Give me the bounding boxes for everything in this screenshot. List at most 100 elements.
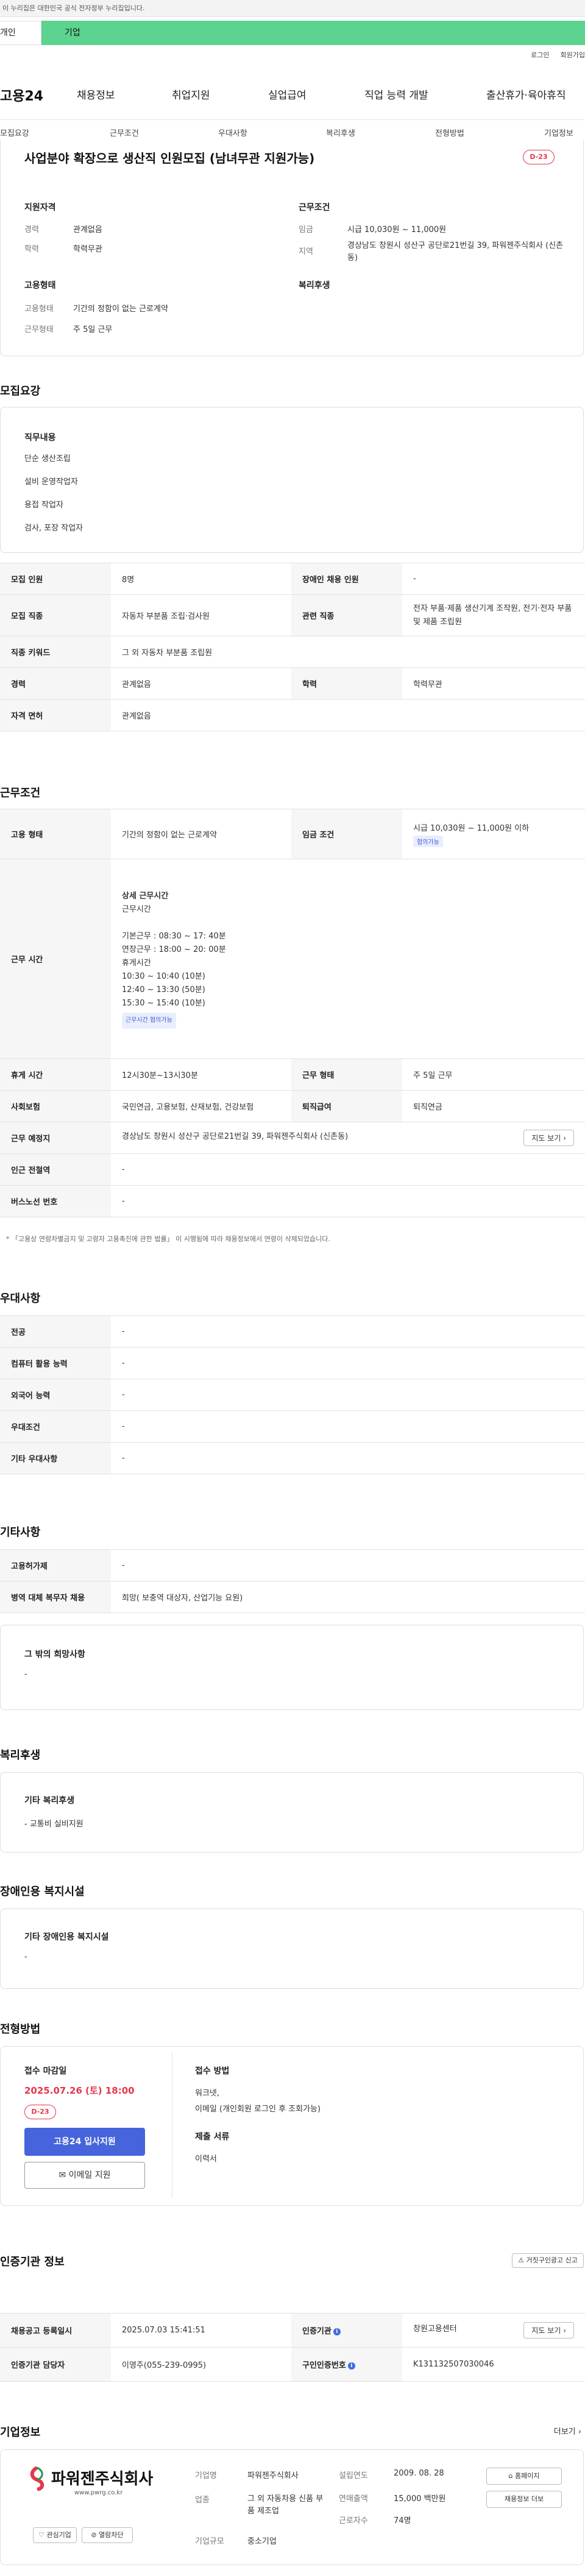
tab-individual[interactable]: 개인 <box>0 21 41 45</box>
emp-value: 기간의 정함이 없는 근로계약 <box>73 304 168 314</box>
section-company-title: 기업정보 <box>0 2426 41 2439</box>
hours-cell: 상세 근무시간 근무시간 기본근무 : 08:30 ~ 17: 40분 연장근무… <box>111 859 585 1059</box>
cell-label: 기타 우대사항 <box>0 1442 111 1474</box>
cell-label: 구인인증번호 i <box>291 2347 402 2382</box>
duty-item: 용접 작업자 <box>24 501 63 510</box>
cell-value: 창원고용센터 지도 보기 › <box>402 2313 585 2348</box>
table-row: 인증기관 담당자 이영주(055-239-0995) 구인인증번호 i K1311… <box>0 2347 585 2382</box>
welfare-heading: 복리후생 <box>299 281 330 290</box>
table-row: 직종 키워드 그 외 자동차 부분품 조립원 <box>0 636 585 668</box>
method-label: 접수 방법 <box>195 2066 230 2076</box>
cell-label: 외국어 능력 <box>0 1379 111 1411</box>
docs-label: 제출 서류 <box>195 2132 230 2142</box>
report-ad-button[interactable]: ⚠ 거짓구인광고 신고 <box>512 2253 584 2268</box>
site-logo[interactable]: 고용24 <box>0 85 43 105</box>
apply-button[interactable]: 고용24 입사지원 <box>24 2128 145 2156</box>
cell-label: 퇴직급여 <box>291 1090 402 1122</box>
qual-value: 학력무관 <box>73 245 102 254</box>
deadline-value: 2025.07.26 (토) 18:00 <box>24 2085 135 2096</box>
method-line: 이메일 (개인회원 로그인 후 조회가능) <box>195 2105 321 2114</box>
tab-company[interactable]: 기업 <box>41 21 585 45</box>
homepage-button[interactable]: ⌂ 홈페이지 <box>486 2468 562 2485</box>
place-cell: 경상남도 창원시 성산구 공단로21번길 39, 파워젠주식회사 (신촌동) 지도… <box>111 1122 585 1154</box>
cell-label: 근무 예정지 <box>0 1122 111 1154</box>
map-button[interactable]: 지도 보기 › <box>523 1130 574 1146</box>
tab-work[interactable]: 근무조건 <box>110 127 139 138</box>
wish-card <box>0 1625 584 1710</box>
cell-label: 병역 대체 복무자 채용 <box>0 1581 111 1613</box>
section-work-title: 근무조건 <box>0 787 41 800</box>
section-agency-title: 인증기관 정보 <box>0 2256 65 2268</box>
company-field-label: 근로자수 <box>339 2516 368 2525</box>
siren-icon: ⚠ <box>518 2256 524 2264</box>
tab-company[interactable]: 기업정보 <box>544 127 573 138</box>
cell-value: 희망( 보충역 대상자, 산업기능 요원) <box>111 1581 585 1613</box>
tab-recruit[interactable]: 모집요강 <box>0 127 29 138</box>
hours-title: 상세 근무시간 <box>122 891 169 901</box>
cell-label: 모집 직종 <box>0 594 111 636</box>
table-row: 우대조건 - <box>0 1410 585 1443</box>
info-icon[interactable]: i <box>347 2362 355 2370</box>
cell-value: - <box>111 1549 585 1582</box>
cell-label: 임금 조건 <box>291 809 402 859</box>
table-row: 병역 대체 복무자 채용 희망( 보충역 대상자, 산업기능 요원) <box>0 1581 585 1613</box>
welfare-subheading: 기타 복리후생 <box>24 1796 75 1806</box>
job-title: 사업분야 확장으로 생산직 인원모집 (남녀무관 지원가능) <box>24 151 315 166</box>
cell-label: 버스노선 번호 <box>0 1185 111 1217</box>
login-link[interactable]: 로그인 <box>531 50 549 60</box>
agency-table: 채용공고 등록일시 2025.07.03 15:41:51 인증기관 i 창원고용… <box>0 2313 585 2382</box>
signup-link[interactable]: 회원가입 <box>561 50 585 60</box>
disability-card <box>0 1909 584 1989</box>
nav-job-info[interactable]: 채용정보 <box>77 86 115 102</box>
cell-label: 인근 전철역 <box>0 1153 111 1186</box>
section-recruit-title: 모집요강 <box>0 385 41 398</box>
company-jobs-button[interactable]: 채용정보 더보 <box>486 2491 562 2508</box>
cell-value: - <box>111 1442 585 1474</box>
cell-label: 학력 <box>291 667 402 700</box>
tab-pref[interactable]: 우대사항 <box>218 127 247 138</box>
cell-label: 인증기관 담당자 <box>0 2347 111 2382</box>
cond-value: 시급 10,030원 ~ 11,000원 <box>347 225 447 234</box>
hours-line: 근무시간 <box>122 904 151 914</box>
pref-table: 전공 - 컴퓨터 활용 능력 - 외국어 능력 - 우대조건 - 기타 우대사항 - <box>0 1315 585 1474</box>
cell-value: 전자 부품·제품 생산기계 조작원, 전기·전자 부품 및 제품 조립원 <box>402 594 585 636</box>
wish-value: - <box>24 1670 27 1679</box>
table-row: 휴게 시간 12시30분~13시30분 근무 형태 주 5일 근무 <box>0 1058 585 1091</box>
table-row: 고용허가제 - <box>0 1549 585 1582</box>
cell-label: 근무 시간 <box>0 859 111 1059</box>
nav-unemployment-benefit[interactable]: 실업급여 <box>268 86 307 102</box>
cond-label: 지역 <box>299 247 313 256</box>
cell-label: 직종 키워드 <box>0 636 111 668</box>
cell-value: - <box>111 1410 585 1443</box>
cond-value: 경상남도 창원시 성산구 공단로21번길 39, 파워젠주식회사 (신촌동) <box>347 241 564 262</box>
company-field-label: 설립연도 <box>339 2471 368 2480</box>
nav-parental-leave[interactable]: 출산휴가·육아휴직 <box>486 86 566 102</box>
welfare-card <box>0 1772 584 1853</box>
section-welfare-title: 복리후생 <box>0 1749 41 1762</box>
tab-selection[interactable]: 전형방법 <box>435 127 464 138</box>
emp-label: 고용형태 <box>24 304 54 314</box>
company-field-value: 파워젠주식회사 <box>247 2471 299 2480</box>
gov-notice-bar: 이 누리집은 대한민국 공식 전자정부 누리집입니다. <box>0 0 585 17</box>
company-field-value: 15,000 백만원 <box>394 2494 446 2504</box>
tab-welfare[interactable]: 복리후생 <box>326 127 355 138</box>
cell-label: 장애인 채용 인원 <box>291 563 402 595</box>
deadline-dday-badge: D-23 <box>24 2105 56 2119</box>
nav-employment-support[interactable]: 취업지원 <box>172 86 210 102</box>
cell-label: 인증기관 i <box>291 2313 402 2348</box>
hours-line: 기본근무 : 08:30 ~ 17: 40분 <box>122 931 226 941</box>
cell-value: 자동차 부분품 조립·검사원 <box>111 594 291 636</box>
agency-map-button[interactable]: 지도 보기 › <box>523 2322 574 2338</box>
company-more-link[interactable]: 더보기 › <box>554 2425 581 2437</box>
welfare-item: - 교통비 실비지원 <box>24 1820 83 1829</box>
nav-skill-development[interactable]: 직업 능력 개발 <box>364 86 428 102</box>
block-view-button[interactable]: ⊘ 열람차단 <box>82 2527 133 2543</box>
cell-label: 채용공고 등록일시 <box>0 2313 111 2348</box>
interest-company-button[interactable]: ♡ 관심기업 <box>33 2527 77 2543</box>
wage-negotiable-chip: 협의가능 <box>413 835 443 847</box>
cell-value: 기간의 정함이 없는 근로계약 <box>111 809 291 859</box>
email-apply-button[interactable]: ✉ 이메일 지원 <box>24 2162 145 2189</box>
info-icon[interactable]: i <box>333 2328 341 2335</box>
cell-label: 휴게 시간 <box>0 1058 111 1091</box>
table-row: 기타 우대사항 - <box>0 1442 585 1474</box>
